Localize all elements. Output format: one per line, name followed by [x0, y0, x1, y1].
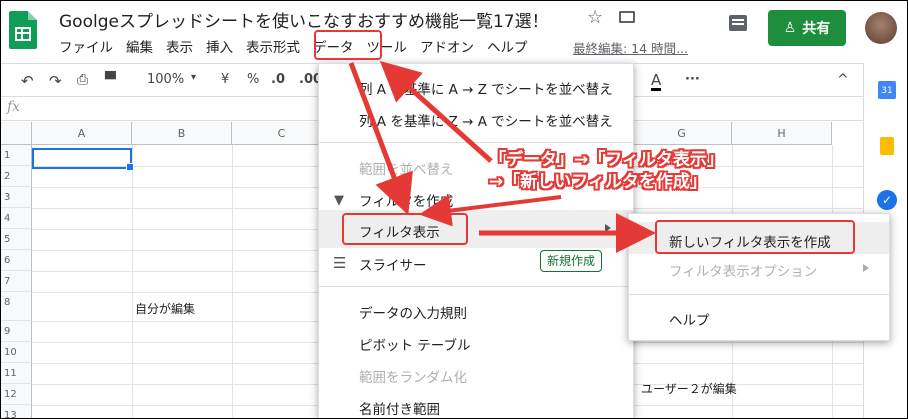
filter-icon: ▼ — [334, 193, 344, 208]
menu-randomize-range: 範囲をランダム化 — [359, 370, 467, 386]
menu-separator — [629, 294, 889, 295]
menu-named-ranges[interactable]: 名前付き範囲 — [359, 398, 440, 418]
row-header-3[interactable]: 3 — [1, 187, 32, 208]
menu-help-item[interactable]: ヘルプ — [669, 309, 710, 329]
annotation-text: 「データ」→「フィルタ表示」 →「新しいフィルタを作成」 — [489, 149, 724, 193]
menu-sort-range: 範囲を並べ替え — [359, 162, 454, 178]
row-header-2[interactable]: 2 — [1, 166, 32, 187]
annotation-line-2: →「新しいフィルタを作成」 — [489, 172, 707, 192]
paint-format-icon[interactable]: ▀ — [105, 72, 116, 88]
column-header-b[interactable]: B — [132, 122, 232, 145]
menu-help[interactable]: ヘルプ — [487, 37, 528, 59]
row-header-9[interactable]: 9 — [1, 321, 32, 342]
calendar-icon[interactable]: 31 — [878, 81, 896, 99]
menu-sort-a-z[interactable]: 列 A を基準に A → Z でシートを並べ替え — [359, 78, 613, 98]
currency-button[interactable]: ¥ — [221, 72, 229, 87]
annotation-line-1: 「データ」→「フィルタ表示」 — [489, 150, 724, 170]
select-all-corner[interactable] — [1, 122, 32, 145]
text-color-button[interactable]: A — [651, 72, 662, 91]
menu-addons[interactable]: アドオン — [420, 37, 474, 59]
row-header-5[interactable]: 5 — [1, 229, 32, 250]
menu-slicer[interactable]: スライサー — [359, 254, 427, 274]
row-header-7[interactable]: 7 — [1, 271, 32, 292]
star-icon[interactable]: ☆ — [587, 7, 603, 28]
annotation-box-data-menu — [314, 30, 382, 60]
menu-pivot-table[interactable]: ピボット テーブル — [359, 334, 470, 354]
print-icon[interactable]: ⎙ — [77, 72, 88, 88]
annotation-box-filter-views — [342, 213, 468, 245]
row-header-12[interactable]: 12 — [1, 384, 32, 405]
comment-icon[interactable] — [729, 15, 747, 31]
more-options-icon[interactable]: ··· — [685, 72, 700, 87]
tasks-icon[interactable]: ✓ — [877, 190, 897, 210]
submenu-arrow-icon — [605, 224, 611, 232]
avatar[interactable] — [865, 12, 897, 44]
menu-insert[interactable]: 挿入 — [206, 37, 233, 59]
decrease-decimal-button[interactable]: .0 — [271, 72, 285, 87]
selected-cell-a1[interactable] — [32, 148, 134, 171]
annotation-box-new-filter-view — [655, 220, 855, 254]
last-edit-link[interactable]: 最終編集: 14 時間... — [573, 38, 688, 57]
percent-button[interactable]: % — [247, 72, 259, 87]
row-header-13[interactable]: 13 — [1, 405, 32, 418]
keep-icon[interactable] — [880, 137, 894, 155]
grid-line — [132, 145, 133, 418]
menu-data-validation[interactable]: データの入力規則 — [359, 302, 467, 322]
menu-separator — [319, 286, 633, 287]
menu-view[interactable]: 表示 — [166, 37, 193, 59]
column-header-g[interactable]: G — [632, 122, 732, 145]
spreadsheet-window: Goolgeスプレッドシートを使いこなすおすすめ機能一覧17選！ ☆ ファイル編… — [0, 0, 908, 419]
cell-g12[interactable]: ユーザー２が編集 — [641, 380, 737, 397]
chevron-down-icon[interactable]: ▾ — [191, 72, 196, 83]
menu-file[interactable]: ファイル — [59, 37, 113, 59]
menu-separator — [319, 142, 633, 143]
row-header-8[interactable]: 8 — [1, 292, 32, 321]
sheets-logo-icon[interactable] — [9, 11, 37, 49]
grid-line — [232, 145, 233, 418]
move-folder-icon[interactable] — [619, 11, 635, 23]
row-header-6[interactable]: 6 — [1, 250, 32, 271]
slicer-icon: ☰ — [333, 254, 347, 272]
person-icon: ♙ — [783, 20, 797, 36]
menu-bar: ファイル 編集 表示 挿入 表示形式 データ ツール アドオン ヘルプ — [59, 37, 541, 59]
redo-icon[interactable]: ↷ — [49, 72, 62, 90]
share-button[interactable]: ♙ 共有 — [768, 10, 846, 46]
column-header-c[interactable]: C — [232, 122, 332, 145]
row-header-1[interactable]: 1 — [1, 145, 32, 166]
menu-sort-z-a[interactable]: 列 A を基準に Z → A でシートを並べ替え — [359, 110, 613, 130]
submenu-arrow-icon — [863, 264, 869, 272]
document-title[interactable]: Goolgeスプレッドシートを使いこなすおすすめ機能一覧17選！ — [59, 7, 549, 32]
row-header-11[interactable]: 11 — [1, 363, 32, 384]
menu-format[interactable]: 表示形式 — [246, 37, 300, 59]
menu-create-filter[interactable]: フィルタを作成 — [359, 190, 453, 210]
menu-filter-view-options: フィルタ表示オプション — [669, 264, 818, 280]
undo-icon[interactable]: ↶ — [21, 72, 34, 90]
fx-icon: fx — [7, 99, 21, 115]
zoom-select[interactable]: 100% — [147, 72, 184, 87]
new-badge: 新規作成 — [540, 250, 603, 272]
row-header-10[interactable]: 10 — [1, 342, 32, 363]
column-header-a[interactable]: A — [32, 122, 132, 145]
column-header-h[interactable]: H — [732, 122, 832, 145]
share-label: 共有 — [802, 21, 831, 37]
collapse-toolbar-icon[interactable]: ^ — [837, 72, 849, 88]
row-header-4[interactable]: 4 — [1, 208, 32, 229]
cell-b8[interactable]: 自分が編集 — [135, 300, 195, 317]
menu-edit[interactable]: 編集 — [126, 37, 153, 59]
